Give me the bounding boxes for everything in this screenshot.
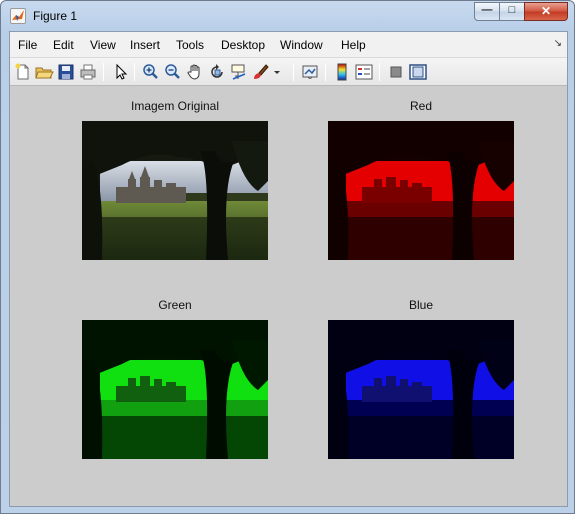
brush-dropdown-icon[interactable] bbox=[272, 62, 282, 82]
brush-icon[interactable] bbox=[251, 62, 271, 82]
image-green-channel[interactable] bbox=[82, 320, 268, 459]
maximize-icon: □ bbox=[508, 4, 516, 16]
title-bar[interactable]: Figure 1 — □ ✕ bbox=[1, 1, 574, 31]
minimize-button[interactable]: — bbox=[474, 2, 500, 21]
pan-hand-icon[interactable] bbox=[185, 62, 205, 82]
close-button[interactable]: ✕ bbox=[524, 2, 568, 21]
image-blue-channel[interactable] bbox=[328, 320, 514, 459]
minimize-icon: — bbox=[481, 4, 493, 16]
edit-plot-arrow-icon[interactable] bbox=[110, 62, 130, 82]
new-figure-icon[interactable] bbox=[13, 62, 33, 82]
hide-plot-tools-icon[interactable] bbox=[386, 62, 406, 82]
rotate-3d-icon[interactable] bbox=[207, 62, 227, 82]
subplot-title-original: Imagem Original bbox=[130, 99, 220, 113]
image-original[interactable] bbox=[82, 121, 268, 260]
toolbar-separator bbox=[293, 63, 294, 81]
zoom-in-icon[interactable] bbox=[141, 62, 161, 82]
insert-legend-icon[interactable] bbox=[354, 62, 374, 82]
menu-window[interactable]: Window bbox=[280, 38, 323, 52]
maximize-button[interactable]: □ bbox=[499, 2, 525, 21]
zoom-out-icon[interactable] bbox=[163, 62, 183, 82]
toolbar-separator bbox=[103, 63, 104, 81]
figure-canvas: Imagem Original Red Green Blue bbox=[10, 87, 567, 506]
toolbar-separator bbox=[325, 63, 326, 81]
figure-toolbar bbox=[10, 58, 567, 86]
figure-window: Figure 1 — □ ✕ File Edit View Insert Too… bbox=[0, 0, 575, 514]
data-cursor-icon[interactable] bbox=[229, 62, 249, 82]
save-icon[interactable] bbox=[56, 62, 76, 82]
subplot-title-red: Red bbox=[409, 99, 432, 113]
window-title: Figure 1 bbox=[33, 9, 78, 23]
link-plot-icon[interactable] bbox=[300, 62, 320, 82]
show-plot-tools-icon[interactable] bbox=[408, 62, 428, 82]
toolbar-separator bbox=[134, 63, 135, 81]
menu-file[interactable]: File bbox=[18, 38, 37, 52]
menu-help[interactable]: Help bbox=[341, 38, 366, 52]
menu-dock-arrow-icon[interactable]: ↘ bbox=[554, 38, 562, 49]
menu-tools[interactable]: Tools bbox=[176, 38, 204, 52]
matlab-logo-icon bbox=[10, 8, 26, 24]
subplot-title-blue: Blue bbox=[408, 298, 434, 312]
insert-colorbar-icon[interactable] bbox=[332, 62, 352, 82]
figure-client-area: File Edit View Insert Tools Desktop Wind… bbox=[9, 31, 568, 507]
menu-view[interactable]: View bbox=[90, 38, 116, 52]
open-file-icon[interactable] bbox=[34, 62, 54, 82]
menu-desktop[interactable]: Desktop bbox=[221, 38, 265, 52]
print-icon[interactable] bbox=[78, 62, 98, 82]
menu-bar: File Edit View Insert Tools Desktop Wind… bbox=[10, 32, 567, 58]
toolbar-separator bbox=[379, 63, 380, 81]
menu-edit[interactable]: Edit bbox=[53, 38, 74, 52]
close-icon: ✕ bbox=[540, 4, 552, 18]
image-red-channel[interactable] bbox=[328, 121, 514, 260]
subplot-title-green: Green bbox=[158, 298, 192, 312]
menu-insert[interactable]: Insert bbox=[130, 38, 160, 52]
